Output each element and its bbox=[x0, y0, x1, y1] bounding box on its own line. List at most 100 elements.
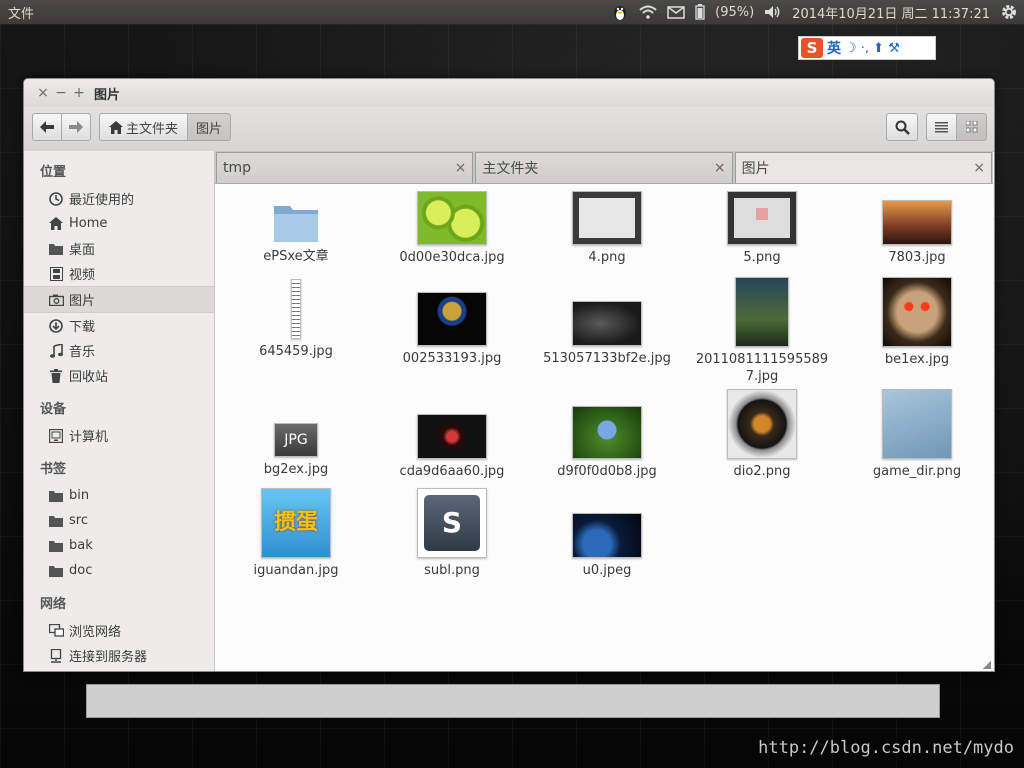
maximize-button[interactable]: + bbox=[70, 85, 88, 101]
sidebar-item-recent[interactable]: 最近使用的 bbox=[24, 186, 214, 211]
sidebar-item-label: 音乐 bbox=[69, 345, 96, 360]
file-item[interactable]: game_dir.png bbox=[847, 389, 987, 480]
titlebar: × − + 图片 bbox=[24, 79, 994, 107]
sidebar-item-connect-server[interactable]: 连接到服务器 bbox=[24, 643, 214, 668]
mail-icon[interactable] bbox=[667, 5, 685, 19]
clock-icon bbox=[48, 191, 64, 207]
resize-grip-icon[interactable] bbox=[983, 661, 991, 669]
breadcrumb-current[interactable]: 图片 bbox=[187, 113, 231, 141]
file-item[interactable]: ePSxe文章 bbox=[226, 202, 366, 265]
file-name: 513057133bf2e.jpg bbox=[543, 351, 671, 366]
volume-icon[interactable] bbox=[764, 5, 782, 19]
file-item[interactable]: JPG bg2ex.jpg bbox=[226, 423, 366, 478]
file-item[interactable]: 5.png bbox=[692, 191, 832, 266]
list-view-button[interactable] bbox=[926, 113, 957, 141]
tab-tmp[interactable]: tmp × bbox=[216, 152, 474, 183]
grid-view-button[interactable] bbox=[956, 113, 987, 141]
file-item[interactable]: be1ex.jpg bbox=[847, 277, 987, 368]
file-item[interactable]: u0.jpeg bbox=[537, 513, 677, 579]
folder-game-icon bbox=[882, 389, 952, 459]
sidebar-item-music[interactable]: 音乐 bbox=[24, 338, 214, 363]
sidebar-item-home[interactable]: Home bbox=[24, 211, 214, 236]
qq-penguin-icon[interactable] bbox=[611, 3, 629, 21]
download-icon bbox=[48, 318, 64, 334]
file-item[interactable]: d9f0f0d0b8.jpg bbox=[537, 406, 677, 480]
file-item[interactable]: 513057133bf2e.jpg bbox=[537, 301, 677, 367]
back-button[interactable] bbox=[32, 113, 62, 141]
sidebar-item-doc[interactable]: doc bbox=[24, 558, 214, 583]
file-name: 20110811115955897.jpg bbox=[695, 352, 829, 384]
forward-button[interactable] bbox=[61, 113, 91, 141]
app-menu[interactable]: 文件 bbox=[8, 3, 34, 22]
file-item[interactable]: cda9d6aa60.jpg bbox=[382, 414, 522, 480]
sidebar-item-browse-network[interactable]: 浏览网络 bbox=[24, 618, 214, 643]
arrow-left-icon bbox=[40, 121, 54, 133]
breadcrumb-home-label: 主文件夹 bbox=[125, 121, 178, 137]
indicators: (95%) 2014年10月21日 周二 11:37:21 bbox=[611, 3, 1018, 22]
image-thumbnail bbox=[735, 277, 789, 347]
sidebar-item-label: 连接到服务器 bbox=[69, 650, 148, 665]
sidebar-item-label: src bbox=[69, 513, 88, 528]
file-item[interactable]: 20110811115955897.jpg bbox=[692, 277, 832, 385]
sidebar-item-trash[interactable]: 回收站 bbox=[24, 363, 214, 388]
ime-toolbar[interactable]: S 英 ☽ ·, ⬆ ⚒ bbox=[798, 36, 936, 60]
file-item[interactable]: 645459.jpg bbox=[226, 279, 366, 360]
image-thumbnail bbox=[572, 513, 642, 558]
sidebar-item-downloads[interactable]: 下载 bbox=[24, 313, 214, 338]
list-icon bbox=[935, 121, 948, 132]
image-thumbnail bbox=[727, 191, 797, 245]
battery-icon[interactable] bbox=[695, 4, 705, 20]
close-button[interactable]: × bbox=[34, 85, 52, 101]
sidebar-item-videos[interactable]: 视频 bbox=[24, 261, 214, 286]
file-name: dio2.png bbox=[733, 464, 791, 479]
jpg-file-icon: JPG bbox=[274, 423, 318, 457]
watermark: http://blog.csdn.net/mydo bbox=[758, 738, 1014, 758]
breadcrumb-current-label: 图片 bbox=[195, 121, 222, 137]
tab-home[interactable]: 主文件夹 × bbox=[475, 152, 733, 183]
tab-bar: tmp × 主文件夹 × 图片 × bbox=[215, 151, 993, 184]
search-icon bbox=[895, 120, 910, 135]
gear-icon[interactable] bbox=[1000, 3, 1018, 21]
battery-percent: (95%) bbox=[715, 4, 755, 20]
tab-label: tmp bbox=[223, 160, 252, 176]
tab-close-icon[interactable]: × bbox=[455, 160, 467, 176]
clock[interactable]: 2014年10月21日 周二 11:37:21 bbox=[792, 3, 990, 22]
sidebar-item-label: doc bbox=[69, 563, 93, 578]
file-name: iguandan.jpg bbox=[253, 563, 339, 578]
image-thumbnail bbox=[417, 191, 487, 245]
tab-close-icon[interactable]: × bbox=[714, 160, 726, 176]
film-icon bbox=[48, 266, 64, 282]
tab-close-icon[interactable]: × bbox=[973, 160, 985, 176]
breadcrumb-home[interactable]: 主文件夹 bbox=[99, 113, 188, 141]
sidebar-item-computer[interactable]: 计算机 bbox=[24, 423, 214, 448]
ime-mode[interactable]: 英 bbox=[827, 38, 841, 58]
wifi-icon[interactable] bbox=[639, 5, 657, 19]
sidebar-item-bak[interactable]: bak bbox=[24, 533, 214, 558]
sidebar-item-bin[interactable]: bin bbox=[24, 483, 214, 508]
sidebar-item-src[interactable]: src bbox=[24, 508, 214, 533]
arrow-right-icon bbox=[69, 121, 83, 133]
search-button[interactable] bbox=[886, 113, 918, 141]
sidebar-item-label: bak bbox=[69, 538, 93, 553]
file-item[interactable]: dio2.png bbox=[692, 389, 832, 480]
file-name: be1ex.jpg bbox=[884, 352, 950, 367]
sidebar-header-places: 位置 bbox=[40, 165, 67, 180]
tab-pictures[interactable]: 图片 × bbox=[734, 152, 992, 183]
sidebar-item-label: 视频 bbox=[69, 268, 96, 283]
sidebar-item-label: bin bbox=[69, 488, 90, 503]
minimize-button[interactable]: − bbox=[52, 85, 70, 101]
sidebar-item-desktop[interactable]: 桌面 bbox=[24, 236, 214, 261]
sidebar-item-pictures[interactable]: 图片 bbox=[24, 286, 214, 313]
ime-tools[interactable]: ☽ ·, ⬆ ⚒ bbox=[845, 41, 900, 56]
file-item[interactable]: 0d00e30dca.jpg bbox=[382, 191, 522, 266]
file-item[interactable]: S subl.png bbox=[382, 488, 522, 579]
sogou-logo-icon[interactable]: S bbox=[801, 38, 823, 58]
file-name: 0d00e30dca.jpg bbox=[399, 250, 505, 265]
file-item[interactable]: 掼蛋 iguandan.jpg bbox=[226, 488, 366, 579]
file-item[interactable]: 002533193.jpg bbox=[382, 292, 522, 367]
file-name: 7803.jpg bbox=[888, 250, 946, 265]
sidebar-header-network: 网络 bbox=[40, 597, 67, 612]
file-item[interactable]: 4.png bbox=[537, 191, 677, 266]
file-item[interactable]: 7803.jpg bbox=[847, 200, 987, 266]
sidebar-item-label: 回收站 bbox=[69, 370, 109, 385]
